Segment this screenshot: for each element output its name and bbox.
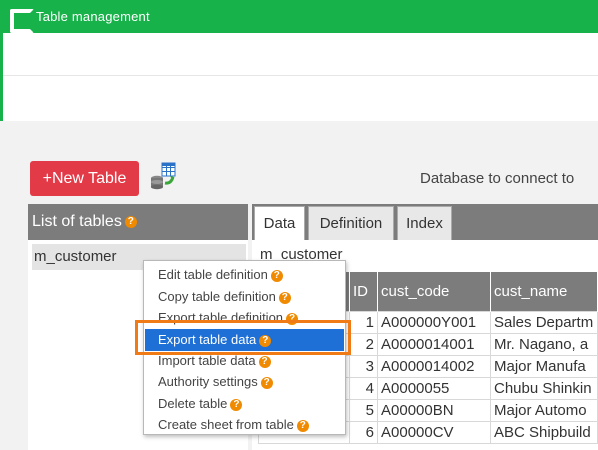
cell-id: 3 [349, 354, 378, 378]
column-header-cust-code[interactable]: cust_code [377, 272, 491, 311]
cell-id: 6 [349, 420, 378, 444]
menu-item-label: Edit table definition [158, 267, 268, 282]
cell-cust-code: A00000BN [377, 398, 491, 422]
help-icon[interactable]: ? [296, 419, 309, 432]
cell-id: 2 [349, 332, 378, 356]
help-icon[interactable]: ? [270, 269, 283, 282]
title-bar: Table management [0, 0, 598, 33]
menu-item-create-sheet-from-table[interactable]: Create sheet from table? [145, 414, 344, 436]
menu-item-delete-table[interactable]: Delete table? [145, 393, 344, 415]
highlight-frame [135, 320, 351, 355]
top-panel [0, 33, 598, 121]
cell-cust-name: Chubu Shinkin [490, 376, 598, 400]
new-table-button[interactable]: +New Table [30, 161, 139, 196]
menu-item-edit-table-definition[interactable]: Edit table definition? [145, 264, 344, 286]
menu-item-copy-table-definition[interactable]: Copy table definition? [145, 286, 344, 308]
cell-id: 1 [349, 310, 378, 334]
cell-cust-code: A00000CV [377, 420, 491, 444]
menu-item-label: Import table data [158, 353, 256, 368]
help-icon[interactable]: ? [278, 291, 291, 304]
tab-data[interactable]: Data [254, 206, 305, 240]
cell-cust-name: Major Manufa [490, 354, 598, 378]
accent-edge [0, 33, 3, 121]
menu-item-authority-settings[interactable]: Authority settings? [145, 371, 344, 393]
tab-definition[interactable]: Definition [308, 206, 394, 240]
cell-cust-name: Sales Departm [490, 310, 598, 334]
help-icon[interactable]: ? [230, 398, 243, 411]
cell-cust-code: A0000055 [377, 376, 491, 400]
cell-id: 4 [349, 376, 378, 400]
window-title: Table management [36, 9, 150, 24]
cell-cust-name: ABC Shipbuild [490, 420, 598, 444]
menu-item-label: Authority settings [158, 374, 258, 389]
list-of-tables-header: List of tables ? [28, 204, 248, 240]
cell-cust-code: A000000Y001 [377, 310, 491, 334]
menu-item-label: Copy table definition [158, 289, 276, 304]
cell-cust-name: Major Automo [490, 398, 598, 422]
cell-cust-code: A0000014002 [377, 354, 491, 378]
list-header-label: List of tables [32, 213, 122, 230]
help-icon[interactable]: ? [260, 376, 273, 389]
column-header-id[interactable]: ID [349, 272, 378, 311]
cell-id: 5 [349, 398, 378, 422]
cell-cust-code: A0000014001 [377, 332, 491, 356]
help-icon[interactable]: ? [124, 216, 137, 228]
app-logo-icon [10, 8, 34, 33]
help-icon[interactable]: ? [258, 355, 271, 368]
tab-index[interactable]: Index [397, 206, 452, 240]
database-connection-label: Database to connect to [420, 170, 575, 187]
menu-item-label: Create sheet from table [158, 417, 294, 432]
database-refresh-icon[interactable] [148, 162, 178, 192]
column-header-cust-name[interactable]: cust_name [490, 272, 598, 311]
cell-cust-name: Mr. Nagano, a [490, 332, 598, 356]
menu-item-label: Delete table [158, 396, 228, 411]
